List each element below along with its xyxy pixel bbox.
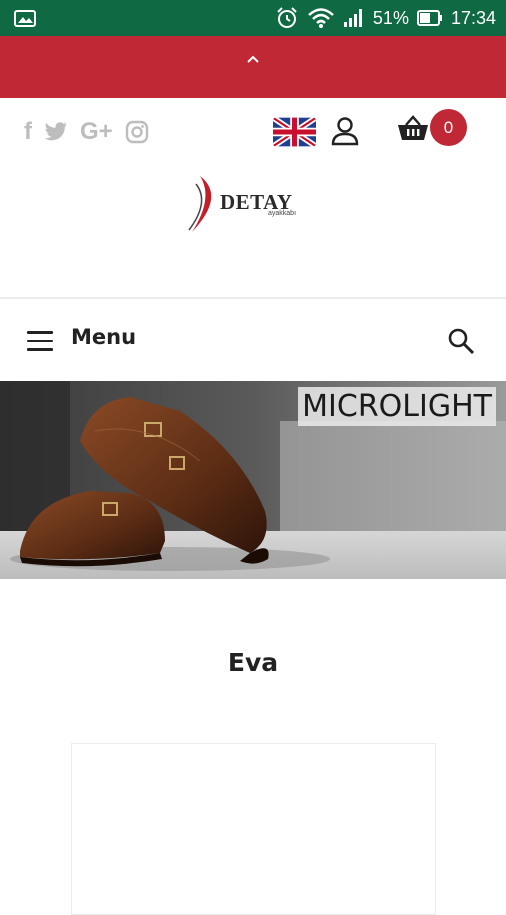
social-links: f G+ (24, 117, 149, 147)
battery-percent: 51% (372, 7, 409, 28)
status-bar: 51% 17:34 (0, 0, 506, 36)
uk-flag-icon[interactable] (273, 117, 316, 147)
clock: 17:34 (450, 7, 496, 28)
user-icon[interactable] (330, 115, 360, 147)
chevron-up-icon[interactable] (246, 54, 260, 64)
hamburger-icon[interactable] (27, 331, 53, 351)
twitter-icon[interactable] (44, 122, 68, 142)
gallery-icon (14, 10, 36, 27)
alarm-icon (277, 7, 297, 28)
logo-subtitle: ayakkabı (268, 210, 297, 217)
hero-banner[interactable]: MICROLIGHT (0, 381, 506, 579)
category-title: Eva (227, 648, 279, 677)
brand-logo[interactable]: DETAY ayakkabı (186, 172, 326, 238)
menu-button[interactable]: Menu (71, 325, 136, 349)
product-card[interactable] (71, 743, 436, 915)
instagram-icon[interactable] (125, 120, 149, 144)
facebook-icon[interactable]: f (24, 117, 32, 147)
signal-icon (343, 9, 362, 27)
basket-icon[interactable] (396, 114, 430, 142)
cart-count-badge[interactable]: 0 (430, 109, 467, 146)
google-plus-icon[interactable]: G+ (80, 117, 113, 147)
menu-bar: Menu (0, 299, 506, 381)
battery-icon (416, 10, 442, 26)
hero-title: MICROLIGHT (298, 387, 496, 426)
search-icon[interactable] (447, 327, 475, 355)
wifi-icon (308, 8, 334, 28)
top-banner[interactable] (0, 36, 506, 98)
